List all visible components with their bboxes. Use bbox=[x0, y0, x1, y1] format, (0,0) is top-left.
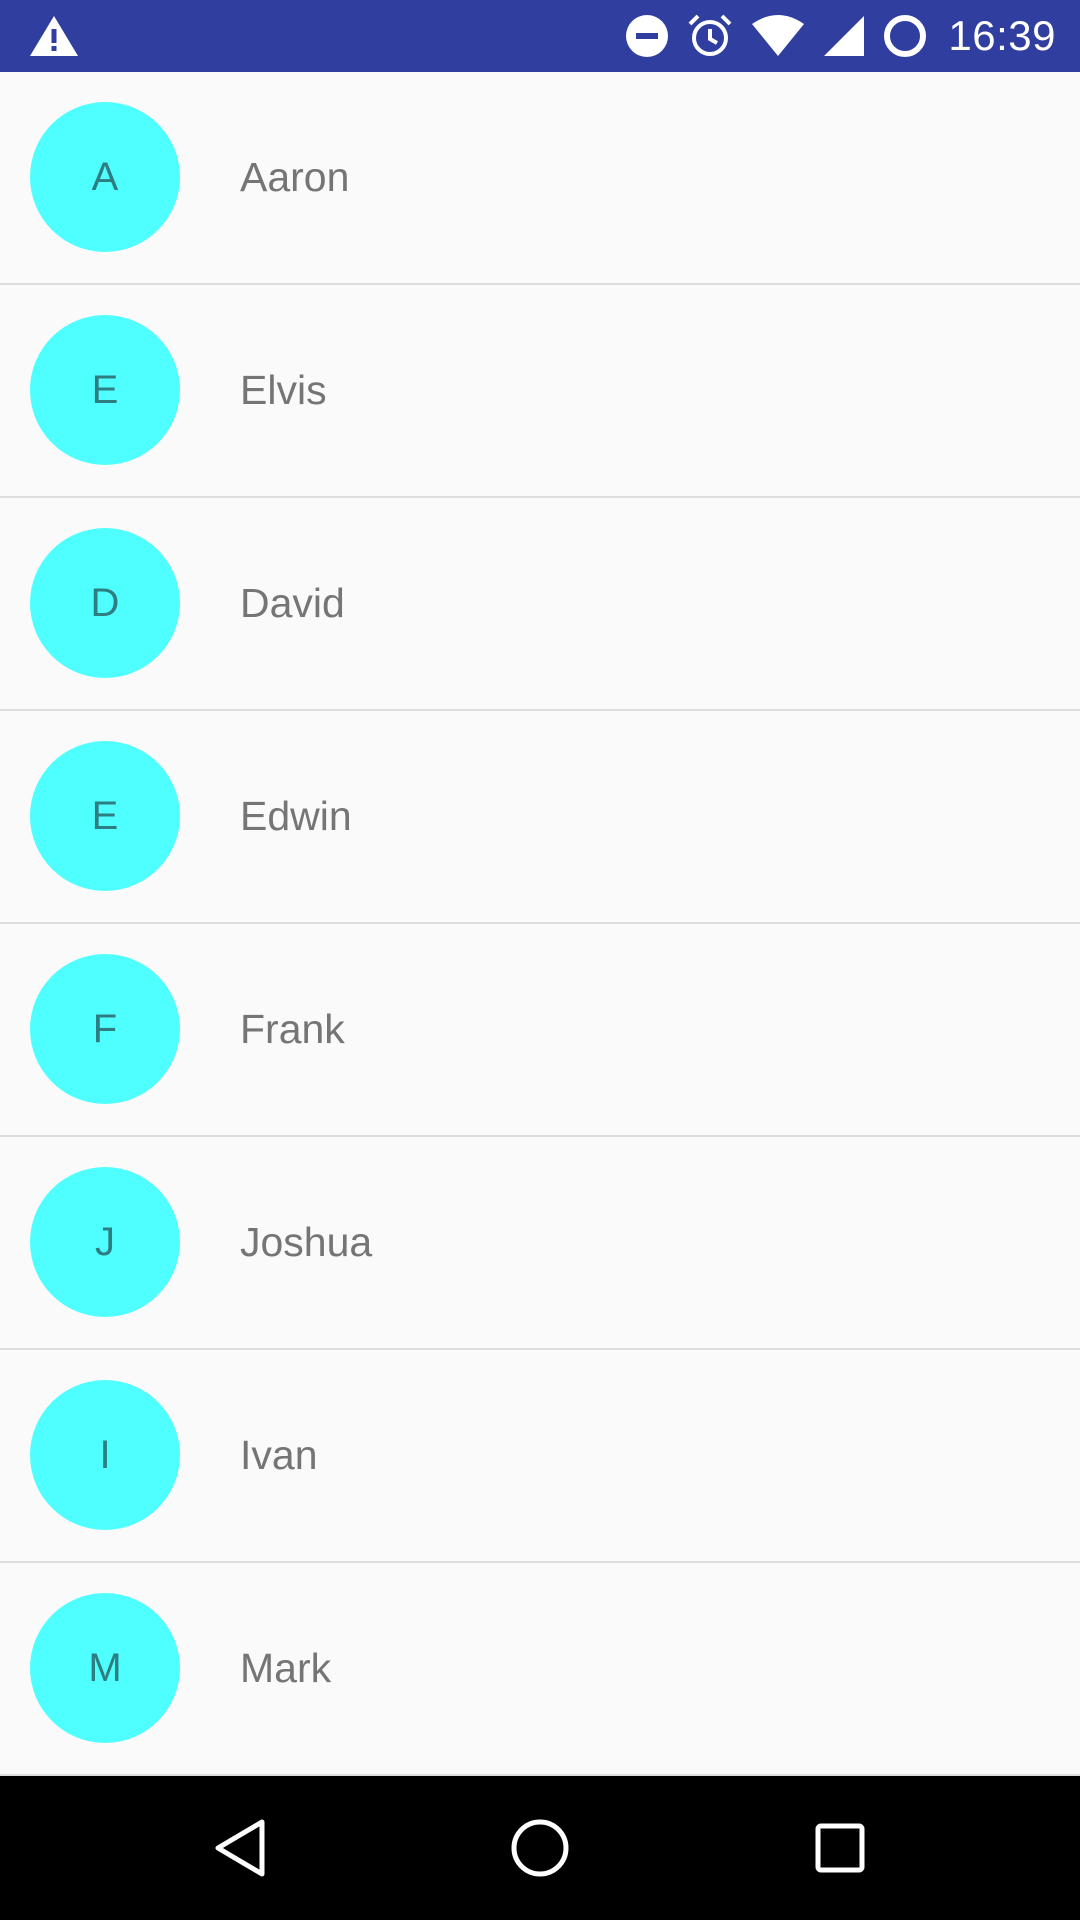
contact-name: Mark bbox=[240, 1645, 332, 1691]
avatar: J bbox=[30, 1167, 180, 1317]
contact-name: Frank bbox=[240, 1006, 345, 1052]
avatar: F bbox=[30, 954, 180, 1104]
avatar: I bbox=[30, 1380, 180, 1530]
contact-name: David bbox=[240, 580, 345, 626]
contact-name: Ivan bbox=[240, 1432, 318, 1478]
contact-name: Joshua bbox=[240, 1219, 373, 1265]
recents-button[interactable] bbox=[800, 1808, 880, 1888]
recents-icon bbox=[815, 1823, 865, 1873]
avatar: A bbox=[30, 102, 180, 252]
list-item[interactable]: J Joshua bbox=[0, 1137, 1080, 1350]
list-item[interactable]: A Aaron bbox=[0, 72, 1080, 285]
signal-icon bbox=[824, 16, 865, 56]
avatar: E bbox=[30, 741, 180, 891]
avatar: M bbox=[30, 1593, 180, 1743]
contact-name: Edwin bbox=[240, 793, 352, 839]
list-item[interactable]: D David bbox=[0, 498, 1080, 711]
status-icons: 16:39 bbox=[624, 0, 1056, 72]
home-icon bbox=[511, 1819, 569, 1877]
contact-list[interactable]: A Aaron E Elvis D David E Edwin F Frank … bbox=[0, 72, 1080, 1776]
status-bar: 16:39 bbox=[0, 0, 1080, 72]
list-item[interactable]: E Edwin bbox=[0, 711, 1080, 924]
home-button[interactable] bbox=[500, 1808, 580, 1888]
navigation-bar bbox=[0, 1776, 1080, 1920]
list-item[interactable]: M Mark bbox=[0, 1563, 1080, 1776]
back-button[interactable] bbox=[200, 1808, 280, 1888]
list-item[interactable]: F Frank bbox=[0, 924, 1080, 1137]
contact-name: Elvis bbox=[240, 367, 327, 413]
avatar: E bbox=[30, 315, 180, 465]
list-item[interactable]: E Elvis bbox=[0, 285, 1080, 498]
wifi-icon bbox=[752, 15, 805, 56]
contact-name: Aaron bbox=[240, 154, 350, 200]
avatar: D bbox=[30, 528, 180, 678]
battery-icon bbox=[884, 15, 927, 57]
alarm-icon bbox=[688, 14, 732, 56]
warning-icon bbox=[30, 16, 78, 56]
do-not-disturb-icon bbox=[626, 15, 669, 57]
back-icon bbox=[215, 1819, 265, 1877]
list-item[interactable]: I Ivan bbox=[0, 1350, 1080, 1563]
clock: 16:39 bbox=[948, 12, 1056, 59]
